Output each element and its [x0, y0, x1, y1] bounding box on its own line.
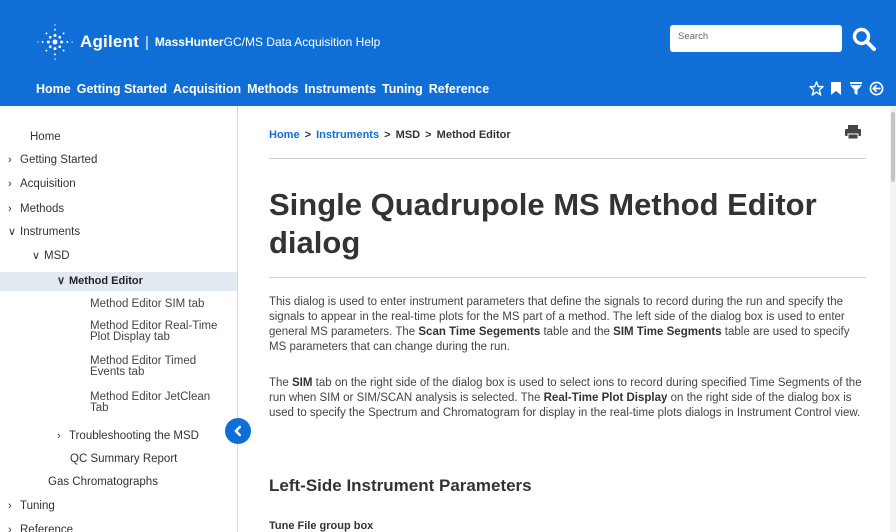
toc-item-timed-events-tab[interactable]: Method Editor Timed Events tab — [90, 355, 215, 378]
section-heading: Left-Side Instrument Parameters — [269, 476, 532, 495]
nav-getting-started[interactable]: Getting Started — [77, 82, 167, 96]
toc-item-sim-tab[interactable]: Method Editor SIM tab — [90, 298, 204, 311]
toc-item-troubleshooting-msd[interactable]: › Troubleshooting the MSD — [57, 430, 199, 443]
toc-item-realtime-plot-tab[interactable]: Method Editor Real-Time Plot Display tab — [90, 320, 235, 343]
title-divider — [269, 277, 866, 278]
search-input[interactable]: Search — [670, 25, 842, 52]
text-run: table and the — [540, 326, 614, 338]
chevron-right-icon: › — [57, 430, 61, 442]
breadcrumb-separator: > — [304, 129, 312, 141]
brand-name: Agilent — [80, 32, 140, 51]
chevron-down-icon: ∨ — [57, 275, 66, 287]
main-content: Home > Instruments > MSD > Method Editor… — [239, 106, 896, 532]
toc-label: Reference — [20, 524, 74, 532]
toc-label: Method Editor JetClean Tab — [90, 391, 211, 414]
toc-label: Acquisition — [20, 178, 76, 190]
toc-item-method-editor[interactable]: ∨ Method Editor — [57, 275, 143, 288]
subsection-heading: Tune File group box — [269, 520, 374, 532]
toc-label: Getting Started — [20, 154, 98, 166]
circle-arrow-icon — [869, 81, 883, 95]
toc-label: Method Editor Real-Time Plot Display tab — [90, 320, 218, 343]
chevron-right-icon: › — [8, 178, 12, 190]
brand-separator: | — [145, 33, 149, 51]
header-toolbar — [808, 79, 884, 97]
breadcrumb-current: Method Editor — [436, 129, 511, 141]
breadcrumb-divider — [269, 158, 866, 159]
breadcrumb-separator: > — [425, 129, 432, 141]
intro-paragraph: This dialog is used to enter instrument … — [269, 295, 869, 355]
breadcrumb: Home > Instruments > MSD > Method Editor — [269, 129, 511, 141]
toc-item-gas-chromatographs[interactable]: Gas Chromatographs — [48, 476, 158, 489]
toc-label: Method Editor SIM tab — [90, 298, 205, 310]
breadcrumb-separator: > — [384, 129, 391, 141]
toc-item-getting-started[interactable]: › Getting Started — [8, 154, 97, 167]
toc-label: Methods — [20, 203, 65, 215]
scrollbar-thumb[interactable] — [891, 112, 895, 182]
nav-instruments[interactable]: Instruments — [304, 82, 376, 96]
toc-label: Method Editor — [69, 275, 143, 287]
nav-acquisition[interactable]: Acquisition — [173, 82, 241, 96]
breadcrumb-msd[interactable]: MSD — [396, 129, 420, 141]
toc-label: Gas Chromatographs — [48, 476, 158, 488]
toc-label: Home — [30, 131, 61, 143]
product-subtitle: GC/MS Data Acquisition Help — [223, 35, 381, 49]
toc-item-reference[interactable]: › Reference — [8, 524, 73, 532]
star-icon — [808, 80, 824, 96]
filter-button[interactable] — [848, 79, 864, 97]
toc-label: Method Editor Timed Events tab — [90, 355, 197, 378]
bookmark-icon — [831, 81, 841, 95]
product-name: MassHunter — [154, 35, 224, 49]
chevron-left-icon — [234, 425, 241, 437]
chevron-right-icon: › — [8, 500, 12, 512]
chevron-down-icon: ∨ — [8, 226, 17, 238]
search-button[interactable] — [849, 24, 879, 54]
filter-icon — [850, 81, 862, 95]
toc-item-jetclean-tab[interactable]: Method Editor JetClean Tab — [90, 391, 230, 414]
toc-item-methods[interactable]: › Methods — [8, 203, 64, 216]
toc-sidebar: Home › Getting Started › Acquisition › Meth… — [0, 106, 238, 532]
page-title: Single Quadrupole MS Method Editor dialo… — [269, 187, 817, 260]
chevron-right-icon: › — [8, 524, 12, 532]
sim-paragraph: The SIM tab on the right side of the dia… — [269, 376, 869, 421]
toc-item-msd[interactable]: ∨ MSD — [32, 250, 70, 263]
toc-item-tuning[interactable]: › Tuning — [8, 500, 55, 513]
bookmark-button[interactable] — [828, 79, 844, 97]
breadcrumb-home[interactable]: Home — [269, 129, 300, 141]
text-run: The — [269, 377, 293, 389]
main-nav: Home Getting Started Acquisition Methods… — [36, 82, 489, 96]
toc-item-home[interactable]: Home — [30, 131, 61, 144]
brand[interactable]: Agilent | MassHunter GC/MS Data Acquisit… — [36, 22, 380, 62]
favorites-button[interactable] — [808, 79, 824, 97]
text-bold: SIM Time Segments — [613, 326, 722, 338]
toc-label: Tuning — [20, 500, 55, 512]
scrollbar[interactable] — [890, 106, 896, 532]
toc-item-acquisition[interactable]: › Acquisition — [8, 178, 76, 191]
print-icon[interactable] — [844, 124, 862, 140]
search-icon — [852, 27, 876, 51]
toc-item-qc-summary[interactable]: QC Summary Report — [70, 453, 177, 466]
nav-methods[interactable]: Methods — [247, 82, 298, 96]
back-button[interactable] — [868, 79, 884, 97]
chevron-right-icon: › — [8, 203, 12, 215]
collapse-sidebar-button[interactable] — [225, 418, 251, 444]
toc-label: Instruments — [20, 226, 81, 238]
nav-home[interactable]: Home — [36, 82, 71, 96]
toc-label: MSD — [44, 250, 70, 262]
chevron-right-icon: › — [8, 154, 12, 166]
agilent-spark-logo-icon — [37, 24, 73, 60]
text-bold: Scan Time Segements — [418, 326, 541, 338]
chevron-down-icon: ∨ — [32, 250, 41, 262]
toc-label: QC Summary Report — [70, 453, 178, 465]
text-bold: Real-Time Plot Display — [543, 392, 668, 404]
toc-label: Troubleshooting the MSD — [69, 430, 199, 442]
top-header: Agilent | MassHunter GC/MS Data Acquisit… — [0, 0, 896, 106]
toc-item-instruments[interactable]: ∨ Instruments — [8, 226, 80, 239]
breadcrumb-instruments[interactable]: Instruments — [316, 129, 379, 141]
nav-tuning[interactable]: Tuning — [382, 82, 423, 96]
nav-reference[interactable]: Reference — [429, 82, 489, 96]
text-bold: SIM — [292, 377, 313, 389]
